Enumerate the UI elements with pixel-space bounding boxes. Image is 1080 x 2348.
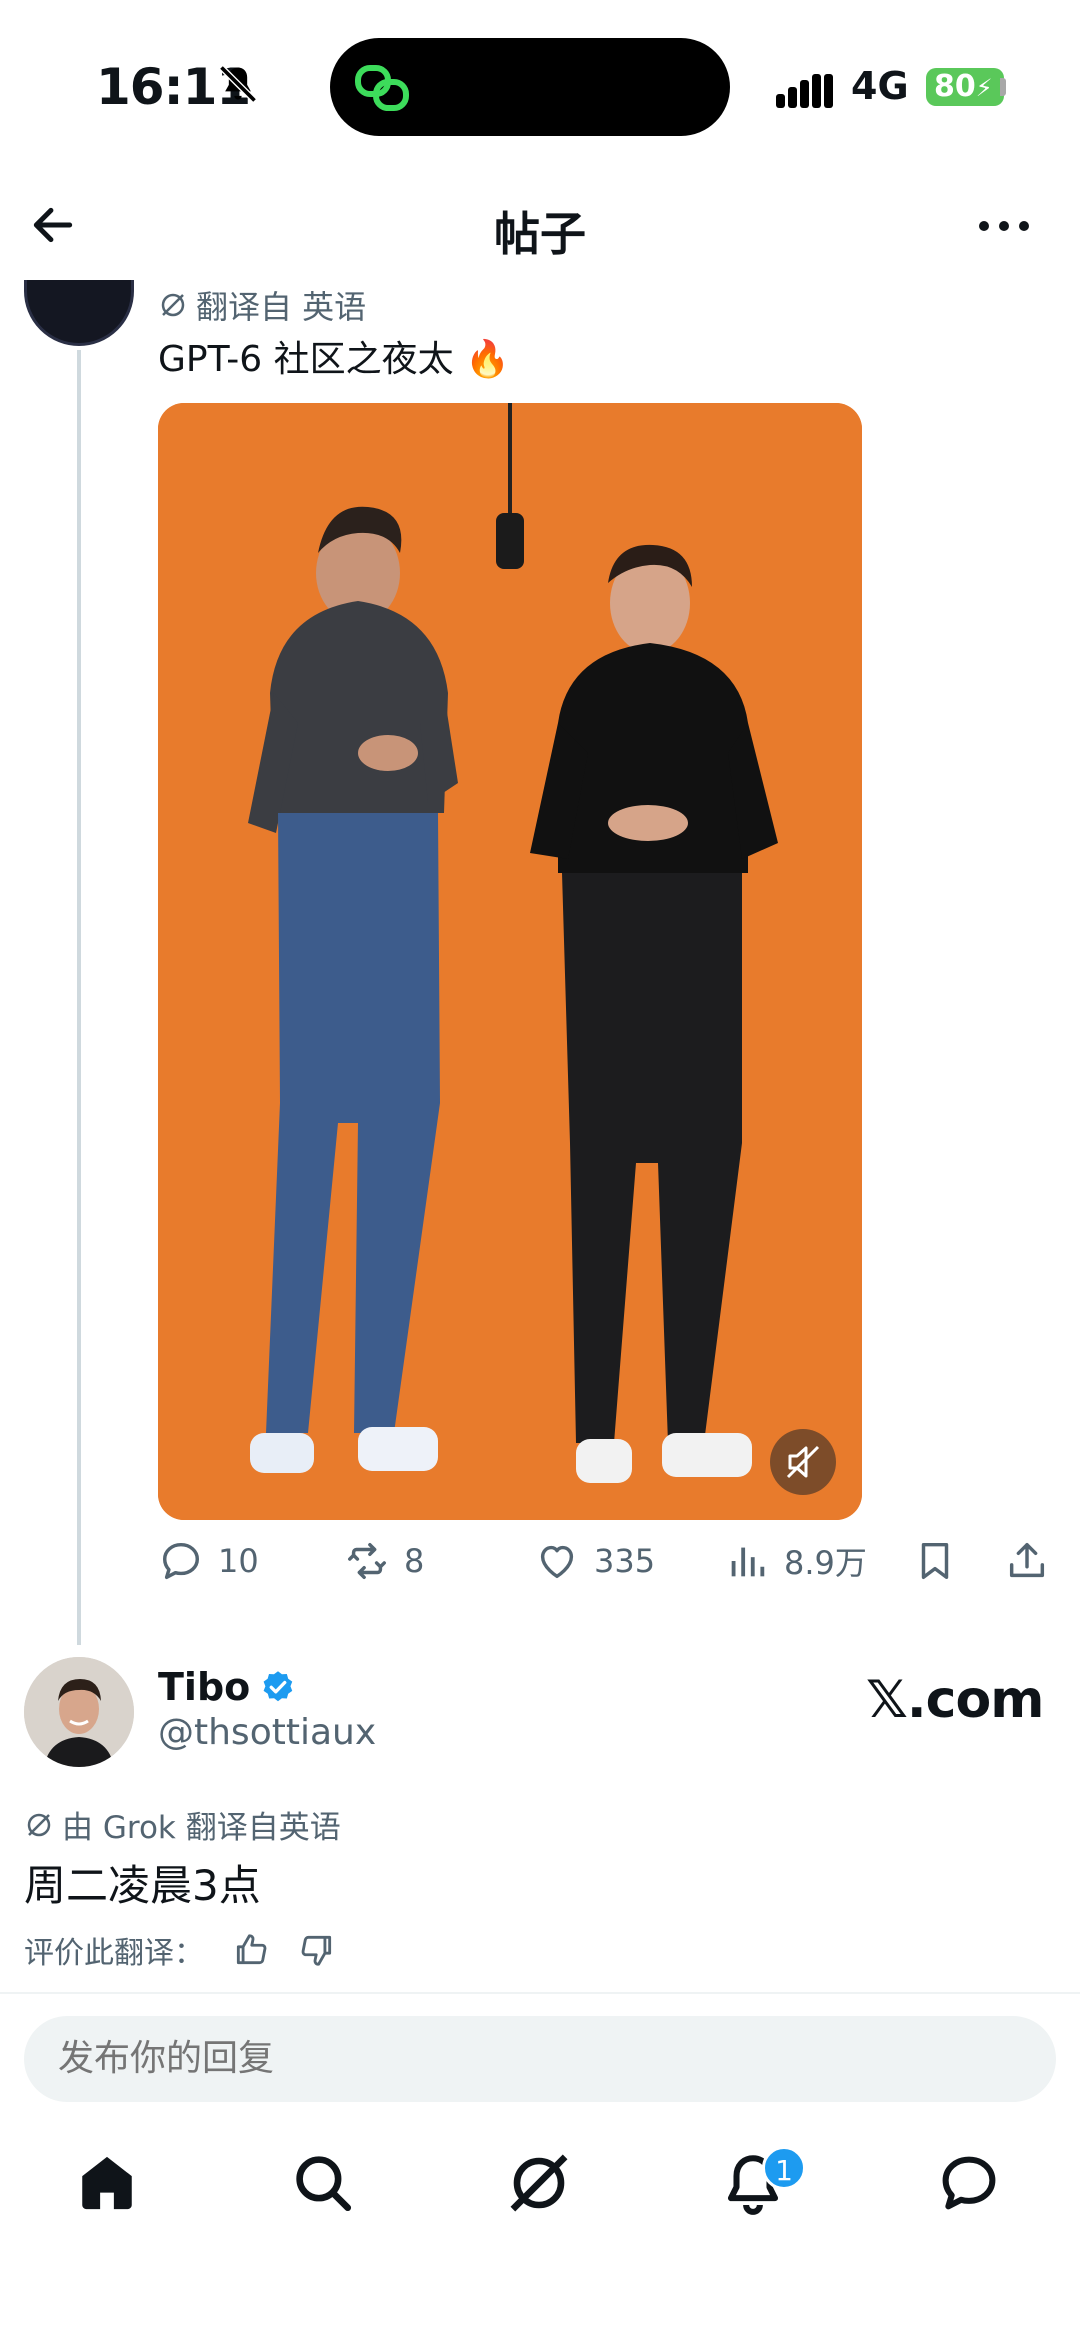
reply-count: 10 — [218, 1542, 259, 1580]
bell-muted-icon — [219, 65, 257, 103]
avatar[interactable] — [24, 1657, 134, 1767]
grok-icon — [27, 1813, 51, 1836]
page-title: 帖子 — [494, 207, 586, 261]
views-count: 8.9万 — [784, 1544, 867, 1582]
divider — [0, 1992, 1080, 1994]
thumbs-down-icon[interactable] — [298, 1931, 336, 1969]
rate-translation: 评价此翻译： — [24, 1928, 336, 1972]
repost-action[interactable]: 8 — [344, 1538, 424, 1584]
verified-icon — [263, 1671, 293, 1702]
like-icon — [540, 1545, 574, 1579]
repost-icon — [348, 1542, 386, 1580]
share-icon — [1009, 1542, 1045, 1578]
avatar-photo — [24, 1657, 134, 1767]
notification-badge: 1 — [762, 2146, 806, 2190]
link-app-icon — [355, 65, 409, 111]
battery-level: 80 — [934, 69, 976, 104]
thread-line — [77, 350, 81, 1645]
author-handle[interactable]: @thsottiaux — [158, 1712, 376, 1753]
like-action[interactable]: 335 — [534, 1538, 655, 1584]
post-video[interactable] — [158, 403, 862, 1520]
thumbs-up-icon[interactable] — [232, 1931, 270, 1969]
video-frame — [158, 403, 862, 1520]
battery-cap — [1000, 78, 1006, 96]
share-action[interactable] — [1004, 1538, 1050, 1584]
battery-indicator: 80⚡ — [926, 68, 1004, 106]
like-count: 335 — [594, 1542, 656, 1580]
repost-count: 8 — [404, 1542, 425, 1580]
grok-translation-text: 由 Grok 翻译自英语 — [62, 1810, 341, 1846]
search-icon[interactable] — [290, 2150, 356, 2216]
grok-icon — [161, 293, 185, 317]
bookmark-action[interactable] — [912, 1538, 958, 1584]
reply-icon — [162, 1542, 200, 1580]
charging-icon: ⚡ — [975, 74, 993, 102]
translation-label: 翻译自 英语 — [158, 282, 366, 328]
author-name-row: Tibo — [158, 1665, 296, 1709]
bottom-nav — [0, 2150, 1080, 2250]
post-text: GPT-6 社区之夜太 🔥 — [158, 339, 510, 380]
home-icon[interactable] — [74, 2150, 140, 2216]
grok-translation-label: 由 Grok 翻译自英语 — [24, 1802, 341, 1847]
reply-text: 周二凌晨3点 — [24, 1861, 261, 1910]
bookmark-icon — [921, 1542, 949, 1580]
messages-icon[interactable] — [936, 2150, 1002, 2216]
reply-action[interactable]: 10 — [158, 1538, 259, 1584]
rate-label: 评价此翻译： — [24, 1936, 204, 1971]
translation-text: 翻译自 英语 — [196, 288, 367, 326]
author-name[interactable]: Tibo — [158, 1665, 250, 1709]
more-icon[interactable] — [976, 206, 1032, 246]
signal-icon — [776, 74, 833, 108]
views-icon — [731, 1547, 765, 1577]
post-actions: 10 8 335 8.9万 — [158, 1538, 1058, 1594]
status-bar: 16:11 4G 80⚡ — [0, 0, 1080, 170]
network-type: 4G — [851, 64, 909, 108]
views-action[interactable]: 8.9万 — [724, 1538, 867, 1584]
xcom-watermark: 𝕏.com — [866, 1670, 1044, 1730]
grok-nav-icon[interactable] — [506, 2150, 572, 2216]
mute-icon — [786, 1445, 820, 1479]
reply-input[interactable] — [24, 2016, 1056, 2102]
mute-button[interactable] — [770, 1429, 836, 1495]
top-bar: 帖子 — [0, 170, 1080, 280]
dynamic-island — [330, 38, 730, 136]
